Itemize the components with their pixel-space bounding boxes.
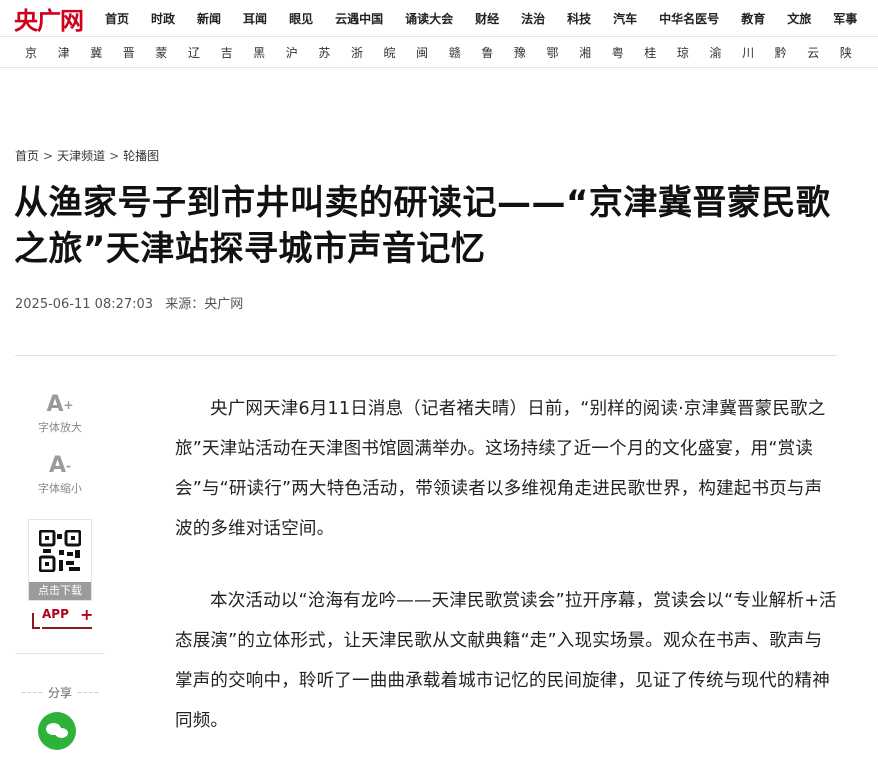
qr-code-icon [39,530,81,572]
province-link[interactable]: 京 [25,44,58,61]
province-link[interactable]: 闽 [416,44,449,61]
nav-item[interactable]: 法治 [521,10,545,27]
main-nav: 首页 时政 新闻 耳闻 眼见 云遇中国 诵读大会 财经 法治 科技 汽车 中华名… [105,0,878,36]
breadcrumb: 首页 > 天津频道 > 轮播图 [15,147,159,164]
nav-item[interactable]: 新闻 [197,10,221,27]
article-source: 来源：央广网 [165,297,244,312]
app-label: APP [42,607,69,621]
nav-item[interactable]: 中华名医号 [659,10,719,27]
nav-item[interactable]: 眼见 [289,10,313,27]
province-link[interactable]: 皖 [384,44,417,61]
breadcrumb-channel[interactable]: 天津频道 [57,147,105,164]
font-decrease-label: 字体缩小 [38,482,82,495]
province-link[interactable]: 豫 [514,44,547,61]
province-link[interactable]: 渝 [709,44,742,61]
nav-item[interactable]: 汽车 [613,10,637,27]
nav-item[interactable]: 文旅 [787,10,811,27]
province-link[interactable]: 沪 [286,44,319,61]
nav-item[interactable]: 科技 [567,10,591,27]
province-link[interactable]: 黑 [253,44,286,61]
title-divider [15,355,837,356]
app-button[interactable]: APP + [32,605,94,629]
share-label: 分享 [48,686,73,700]
breadcrumb-section[interactable]: 轮播图 [123,147,159,164]
province-link[interactable]: 云 [807,44,840,61]
site-logo[interactable]: 央广网 [14,4,84,35]
nav-item[interactable]: 军事 [833,10,857,27]
breadcrumb-home[interactable]: 首页 [15,147,39,164]
province-link[interactable]: 川 [742,44,775,61]
province-link[interactable]: 粤 [612,44,645,61]
province-link[interactable]: 吉 [221,44,254,61]
province-bar: 京 津 冀 晋 蒙 辽 吉 黑 沪 苏 浙 皖 闽 赣 鲁 豫 鄂 湘 粤 桂 … [0,36,878,68]
share-heading: 分享 [22,684,99,701]
share-dash-right [78,692,99,693]
province-link[interactable]: 湘 [579,44,612,61]
article-meta: 2025-06-11 08:27:03 来源：央广网 [15,293,243,312]
app-underline [42,627,92,629]
article-paragraph: 本次活动以“沧海有龙吟——天津民歌赏读会”拉开序幕，赏读会以“专业解析+活态展演… [175,591,837,731]
font-decrease-button[interactable]: A- 字体缩小 [28,454,92,496]
logo-text: 央广网 [14,6,84,35]
article-body: 央广网天津6月11日消息（记者褚夫晴）日前，“别样的阅读·京津冀晋蒙民歌之旅”天… [175,389,837,773]
province-link[interactable]: 鄂 [547,44,580,61]
province-link[interactable]: 浙 [351,44,384,61]
plus-icon: + [80,605,94,624]
nav-item[interactable]: 时政 [151,10,175,27]
app-bracket [32,613,40,629]
article-paragraph: 央广网天津6月11日消息（记者褚夫晴）日前，“别样的阅读·京津冀晋蒙民歌之旅”天… [175,399,826,539]
province-link[interactable]: 冀 [90,44,123,61]
province-link[interactable]: 黔 [775,44,808,61]
province-link[interactable]: 辽 [188,44,221,61]
font-decrease-icon: A- [48,453,71,478]
province-link[interactable]: 琼 [677,44,710,61]
font-increase-label: 字体放大 [38,421,82,434]
nav-item[interactable]: 教育 [741,10,765,27]
nav-item[interactable]: 诵读大会 [405,10,453,27]
breadcrumb-separator: > [109,148,120,163]
nav-item[interactable]: 耳闻 [243,10,267,27]
share-dash-left [22,692,42,693]
province-link[interactable]: 津 [58,44,91,61]
sidebar-divider [15,653,105,654]
nav-item[interactable]: 云遇中国 [335,10,383,27]
publish-date: 2025-06-11 08:27:03 [15,297,154,312]
province-link[interactable]: 赣 [449,44,482,61]
province-link[interactable]: 蒙 [155,44,188,61]
province-link[interactable]: 苏 [318,44,351,61]
top-nav: 央广网 首页 时政 新闻 耳闻 眼见 云遇中国 诵读大会 财经 法治 科技 汽车… [0,0,878,36]
breadcrumb-separator: > [43,148,54,163]
wechat-icon[interactable] [38,712,76,750]
article-title: 从渔家号子到市井叫卖的研读记——“京津冀晋蒙民歌之旅”天津站探寻城市声音记忆 [14,183,831,269]
app-download-qr[interactable]: 点击下载 [28,519,92,601]
province-link[interactable]: 桂 [644,44,677,61]
nav-item[interactable]: 财经 [475,10,499,27]
font-increase-icon: A+ [46,392,74,417]
font-increase-button[interactable]: A+ 字体放大 [28,393,92,435]
download-label: 点击下载 [29,582,91,600]
nav-item[interactable]: 首页 [105,10,129,27]
province-link[interactable]: 鲁 [481,44,514,61]
province-link[interactable]: 陕 [840,44,873,61]
province-link[interactable]: 晋 [123,44,156,61]
